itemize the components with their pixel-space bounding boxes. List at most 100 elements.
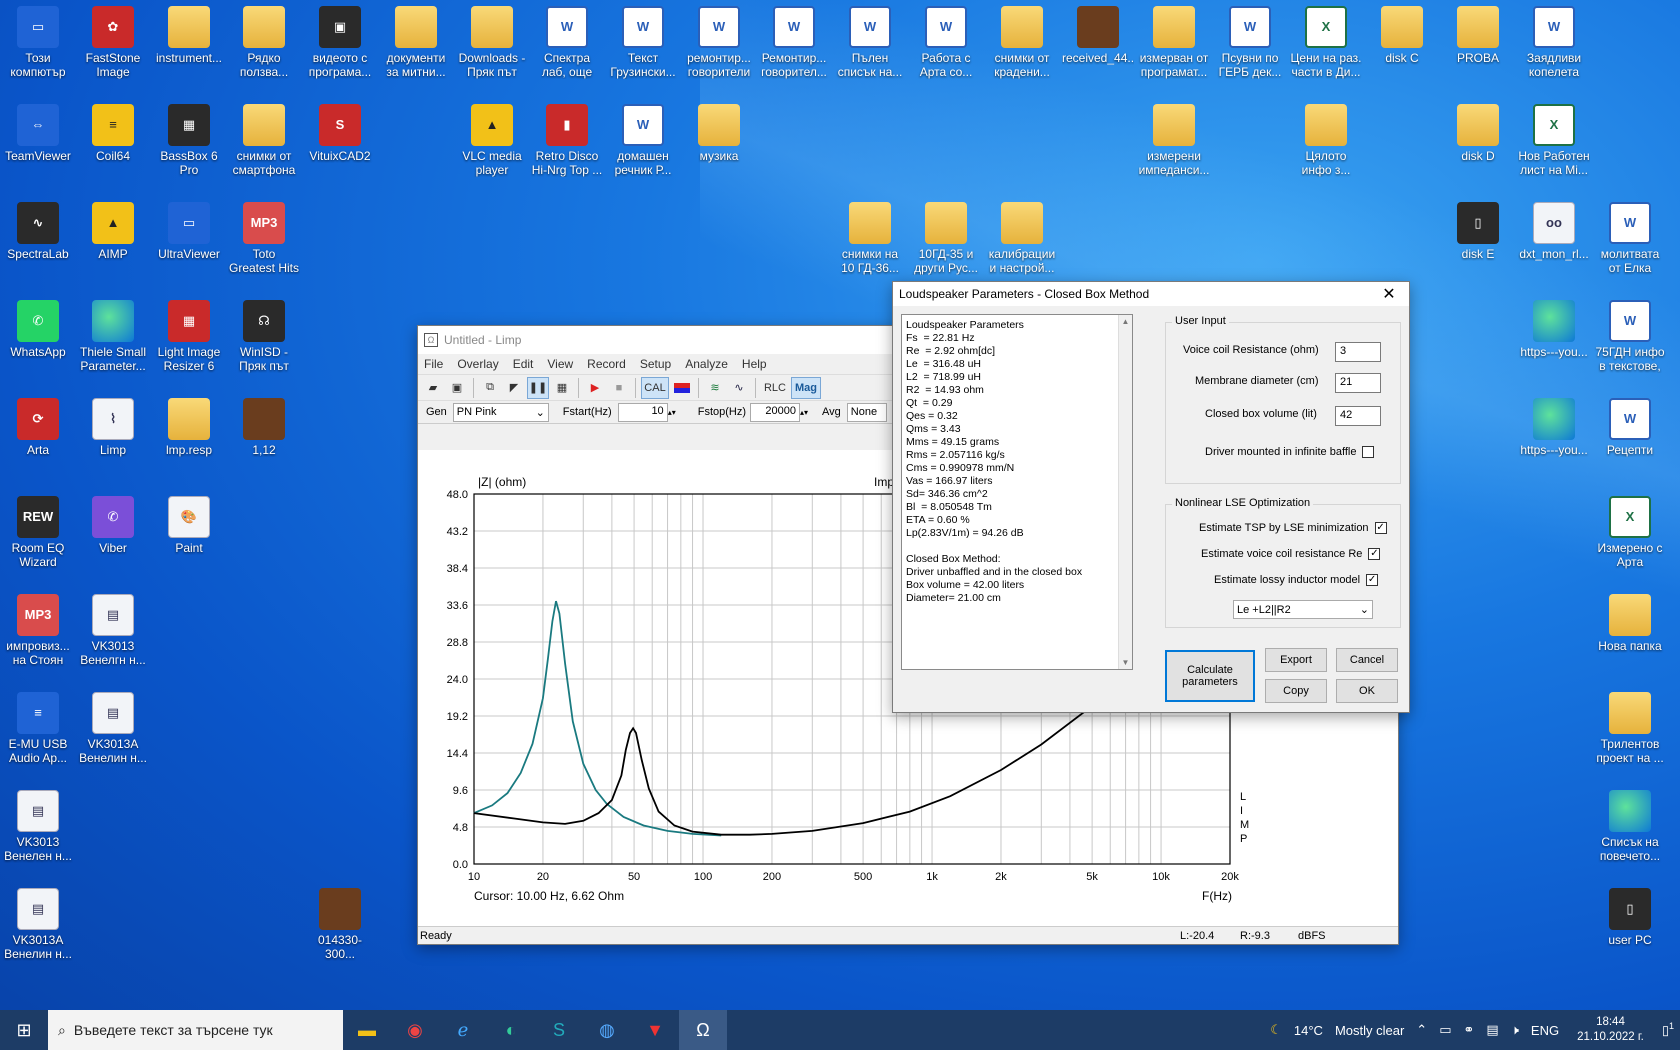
desktop-icon[interactable]: PROBA bbox=[1442, 6, 1514, 65]
vc-resistance-input[interactable]: 3 bbox=[1335, 342, 1381, 362]
lse-lossy-checkbox[interactable]: ✓ bbox=[1366, 574, 1379, 586]
desktop-icon[interactable]: ✆ WhatsApp bbox=[2, 300, 74, 359]
audio-app-icon[interactable]: ◍ bbox=[583, 1010, 631, 1050]
calculate-parameters-button[interactable]: Calculate parameters bbox=[1165, 650, 1255, 702]
lse-tsp-checkbox[interactable]: ✓ bbox=[1374, 522, 1387, 534]
weather-icon[interactable]: ☾ bbox=[1270, 1022, 1282, 1038]
menu-item-analyze[interactable]: Analyze bbox=[685, 357, 728, 371]
desktop-icon[interactable]: Wремонтир... говорители bbox=[683, 6, 755, 79]
desktop-icon[interactable]: disk D bbox=[1442, 104, 1514, 163]
desktop-icon[interactable]: https---you... bbox=[1518, 300, 1590, 359]
desktop-icon[interactable]: 014330-300... bbox=[304, 888, 376, 961]
taskbar-search[interactable]: ⌕ Въведете текст за търсене тук bbox=[48, 1010, 343, 1050]
desktop-icon[interactable]: Thiele Small Parameter... bbox=[77, 300, 149, 373]
desktop-icon[interactable]: ▣ видеото с програма... bbox=[304, 6, 376, 79]
menu-item-edit[interactable]: Edit bbox=[513, 357, 534, 371]
volume-icon[interactable]: 🕨 bbox=[1511, 1022, 1519, 1038]
desktop-icon[interactable]: Downloads - Пряк път bbox=[456, 6, 528, 79]
mag-button[interactable]: Mag bbox=[791, 376, 821, 399]
membrane-diameter-input[interactable]: 21 bbox=[1335, 373, 1381, 393]
menu-item-file[interactable]: File bbox=[424, 357, 443, 371]
fstop-input[interactable]: 20000 bbox=[750, 402, 800, 422]
desktop-icon[interactable]: MP3 импровиз... на Стоян bbox=[2, 594, 74, 667]
vituixcad-icon[interactable]: ▼ bbox=[631, 1010, 679, 1050]
ie-icon[interactable]: ℯ bbox=[439, 1010, 487, 1050]
desktop-icon[interactable]: X Нов Работен лист на Mi... bbox=[1518, 104, 1590, 177]
avg-select[interactable]: None bbox=[846, 402, 887, 422]
network-icon[interactable]: ▤ bbox=[1486, 1022, 1498, 1038]
desktop-icon[interactable]: ▯ user PC bbox=[1594, 888, 1666, 947]
clock[interactable]: 18:44 21.10.2022 г. bbox=[1571, 1015, 1650, 1045]
desktop-icon[interactable]: MP3 Toto Greatest Hits Full Al... bbox=[228, 202, 300, 275]
desktop-icon[interactable]: ☊ WinISD - Пряк път bbox=[228, 300, 300, 373]
desktop-icon[interactable]: ▯ disk E bbox=[1442, 202, 1514, 261]
desktop-icon[interactable]: oo dxt_mon_rl... bbox=[1518, 202, 1590, 261]
stop-icon[interactable]: ■ bbox=[608, 377, 630, 399]
gen-select[interactable]: PN Pink ⌄ bbox=[452, 402, 549, 422]
desktop-icon[interactable]: W Заядливи копелета bbox=[1518, 6, 1590, 79]
desktop-icon[interactable]: 10ГД-35 и други Рус... bbox=[910, 202, 982, 275]
desktop-icon[interactable]: Wмолитвата от Елка bbox=[1594, 202, 1666, 275]
desktop-icon[interactable]: instrument... bbox=[153, 6, 225, 65]
language-indicator[interactable]: ENG bbox=[1531, 1023, 1559, 1038]
copy-icon[interactable]: ⧉ bbox=[479, 377, 501, 399]
marker-icon[interactable]: ◤ bbox=[503, 377, 525, 399]
open-icon[interactable]: ▰ bbox=[422, 377, 444, 399]
rlc-button[interactable]: RLC bbox=[761, 377, 789, 399]
dialog-titlebar[interactable]: Loudspeaker Parameters - Closed Box Meth… bbox=[893, 282, 1409, 306]
desktop-icon[interactable]: ▤ VK3013 Венелен н... bbox=[2, 790, 74, 863]
desktop-icon[interactable]: W 75ГДН инфо в текстове, ... bbox=[1594, 300, 1666, 373]
desktop-icon[interactable]: received_44... bbox=[1062, 6, 1134, 65]
parameters-text-box[interactable]: ▲ ▼ Loudspeaker Parameters Fs = 22.81 Hz R… bbox=[901, 314, 1133, 670]
tray-app-icon[interactable]: ▭ bbox=[1439, 1022, 1451, 1038]
desktop-icon[interactable]: lmp.resp bbox=[153, 398, 225, 457]
desktop-icon[interactable]: ▤ VK3013A Венелин н... bbox=[77, 692, 149, 765]
desktop-icon[interactable]: Трилентов проект на ... bbox=[1594, 692, 1666, 765]
desktop-icon[interactable]: Нова папка bbox=[1594, 594, 1666, 653]
explorer-icon[interactable]: ▬ bbox=[343, 1010, 391, 1050]
desktop-icon[interactable]: измерван от програмат... bbox=[1138, 6, 1210, 79]
desktop-icon[interactable]: W Текст Грузински... bbox=[607, 6, 679, 79]
desktop-icon[interactable]: Списък на повечето... bbox=[1594, 790, 1666, 863]
desktop-icon[interactable]: ▮ Retro Disco Hi-Nrg Top ... bbox=[531, 104, 603, 177]
desktop-icon[interactable]: disk C bbox=[1366, 6, 1438, 65]
desktop-icon[interactable]: ≡ Coil64 bbox=[77, 104, 149, 163]
close-icon[interactable]: ✕ bbox=[1375, 284, 1403, 304]
desktop-icon[interactable]: ⌇ Limp bbox=[77, 398, 149, 457]
desktop-icon[interactable]: Wдомашен речник Р... bbox=[607, 104, 679, 177]
desktop-icon[interactable]: ▤ VK3013 Венелгн н... bbox=[77, 594, 149, 667]
desktop-icon[interactable]: W Пълен списък на... bbox=[834, 6, 906, 79]
desktop-icon[interactable]: Рядко ползва... bbox=[228, 6, 300, 79]
desktop-icon[interactable]: W Псувни по ГЕРБ дек... bbox=[1214, 6, 1286, 79]
desktop-icon[interactable]: Цялото инфо з... bbox=[1290, 104, 1362, 177]
menu-item-overlay[interactable]: Overlay bbox=[457, 357, 498, 371]
lse-re-checkbox[interactable]: ✓ bbox=[1368, 548, 1381, 560]
weather-temp[interactable]: 14°C bbox=[1294, 1023, 1323, 1038]
menu-item-record[interactable]: Record bbox=[587, 357, 626, 371]
infinite-baffle-checkbox[interactable] bbox=[1362, 446, 1375, 458]
desktop-icon[interactable]: X Измерено с Арта bbox=[1594, 496, 1666, 569]
chrome-icon[interactable]: ◉ bbox=[391, 1010, 439, 1050]
weather-text[interactable]: Mostly clear bbox=[1335, 1023, 1404, 1038]
fstart-spin-icon[interactable]: ▴▾ bbox=[668, 408, 676, 417]
color-icon[interactable] bbox=[671, 377, 693, 399]
desktop-icon[interactable]: X Цени на раз. части в Ди... bbox=[1290, 6, 1362, 79]
desktop-icon[interactable]: W Рецепти bbox=[1594, 398, 1666, 457]
inductor-model-select[interactable]: Le +L2||R2 ⌄ bbox=[1233, 600, 1373, 619]
desktop-icon[interactable]: ✿ FastStone Image Viewer bbox=[77, 6, 149, 79]
desktop-icon[interactable]: ▭ Този компютър bbox=[2, 6, 74, 79]
notification-icon[interactable]: ▯1 bbox=[1662, 1021, 1674, 1038]
ok-button[interactable]: OK bbox=[1336, 679, 1398, 703]
copy-button[interactable]: Copy bbox=[1265, 679, 1327, 703]
desktop-icon[interactable]: ▤ VK3013A Венелин н... bbox=[2, 888, 74, 961]
edge-icon[interactable]: ◐ bbox=[487, 1010, 535, 1050]
scroll-up-icon[interactable]: ▲ bbox=[1119, 315, 1132, 328]
desktop-icon[interactable]: снимки от крадени... bbox=[986, 6, 1058, 79]
desktop-icon[interactable]: 🎨 Paint bbox=[153, 496, 225, 555]
desktop-icon[interactable]: ✆ Viber bbox=[77, 496, 149, 555]
desktop-icon[interactable]: ⇔ TeamViewer bbox=[2, 104, 74, 163]
wave-icon[interactable]: ≋ bbox=[704, 377, 726, 399]
save-icon[interactable]: ▣ bbox=[446, 377, 468, 399]
desktop-icon[interactable]: ▲ AIMP bbox=[77, 202, 149, 261]
tray-app-icon-2[interactable]: ⚭ bbox=[1464, 1022, 1475, 1038]
